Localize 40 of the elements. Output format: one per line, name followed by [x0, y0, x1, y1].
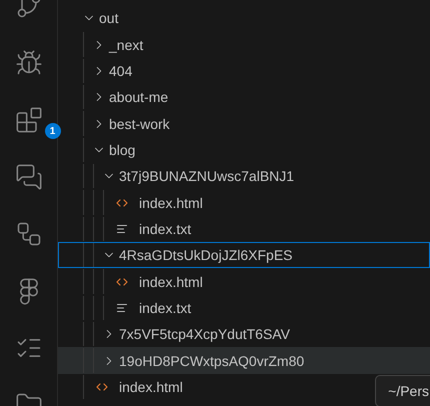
- folder-name: about-me: [109, 89, 168, 106]
- extensions-icon[interactable]: [14, 106, 42, 134]
- chat-icon[interactable]: [14, 162, 42, 190]
- folder-row[interactable]: 404: [58, 58, 430, 84]
- folder-name: out: [99, 10, 118, 26]
- code-icon: [116, 276, 128, 288]
- code-icon: [96, 380, 108, 393]
- count-badge: 1: [44, 123, 60, 139]
- folder-row[interactable]: 4RsaGDtsUkDojJZl6XFpES: [58, 242, 430, 268]
- folder-name: 19oHD8PCWxtpsAQ0vrZm80: [119, 352, 304, 369]
- folder-name: _next: [109, 36, 144, 53]
- path-tooltip: ~/Pers: [375, 375, 430, 406]
- file-row[interactable]: index.html: [58, 189, 430, 216]
- folder-row[interactable]: _next: [58, 31, 430, 58]
- code-icon: [116, 196, 128, 209]
- file-name: index.html: [139, 274, 203, 290]
- folder-row[interactable]: out: [58, 5, 430, 32]
- lines-icon: [116, 302, 128, 314]
- folder-name: best-work: [109, 116, 170, 132]
- folder-row[interactable]: 3t7j9BUNAZNUwsc7alBNJ1: [58, 163, 430, 190]
- folder-name: 404: [109, 62, 132, 79]
- file-name: index.html: [119, 378, 183, 395]
- folder-row[interactable]: 7x5VF5tcp4XcpYdutT6SAV: [58, 321, 430, 348]
- folder-name: blog: [109, 142, 136, 158]
- folder-row[interactable]: 19oHD8PCWxtpsAQ0vrZm80: [58, 347, 430, 374]
- bug-icon[interactable]: [14, 48, 42, 76]
- folder-row[interactable]: blog: [58, 136, 430, 164]
- file-row[interactable]: index.txt: [58, 216, 430, 242]
- folder-row[interactable]: best-work: [58, 110, 430, 137]
- folder-row[interactable]: about-me: [58, 84, 430, 110]
- file-name: index.html: [139, 194, 203, 211]
- file-name: index.txt: [139, 300, 192, 316]
- folder-name: 7x5VF5tcp4XcpYdutT6SAV: [119, 326, 290, 342]
- folder-name: 4RsaGDtsUkDojJZl6XFpES: [119, 247, 292, 264]
- file-row[interactable]: index.html: [58, 268, 430, 295]
- diagram-icon[interactable]: [14, 220, 42, 248]
- folder-name: 3t7j9BUNAZNUwsc7alBNJ1: [119, 168, 294, 184]
- lines-icon: [116, 222, 128, 235]
- file-row[interactable]: index.txt: [58, 294, 430, 322]
- file-name: index.txt: [139, 220, 192, 237]
